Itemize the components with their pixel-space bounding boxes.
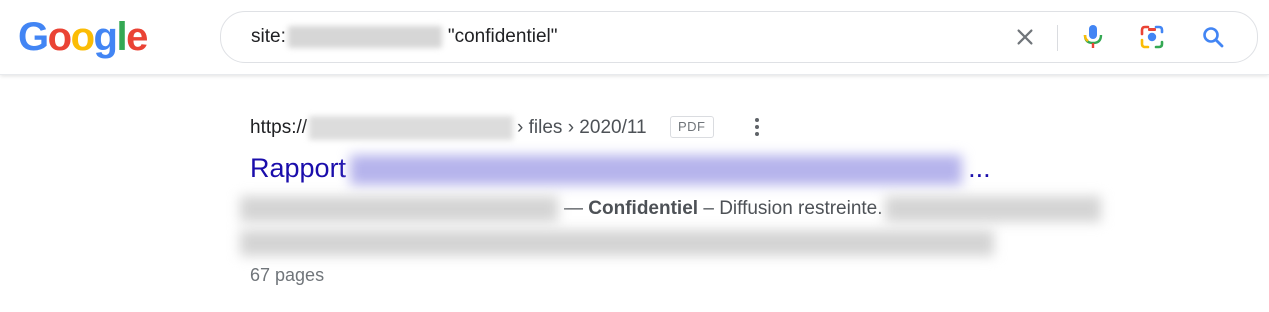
pdf-badge: PDF: [670, 116, 714, 138]
redacted-snippet-line-2: [240, 230, 994, 256]
logo-letter: o: [70, 15, 95, 59]
microphone-icon[interactable]: [1077, 21, 1109, 53]
snippet-text: – Diffusion restreinte.: [703, 198, 883, 220]
google-logo[interactable]: Google: [18, 12, 148, 62]
redacted-title: [350, 154, 963, 185]
search-icon[interactable]: [1197, 21, 1229, 53]
result-title-link[interactable]: Rapport...: [250, 150, 991, 186]
divider: [1057, 25, 1058, 51]
title-end: ...: [968, 153, 991, 183]
close-icon[interactable]: [1009, 21, 1041, 53]
redacted-snippet: [240, 196, 558, 222]
logo-letter: g: [93, 15, 118, 59]
logo-letter: G: [18, 15, 49, 59]
page-count: 67 pages: [250, 265, 325, 285]
result-url[interactable]: https:// › files › 2020/11: [250, 116, 647, 140]
redacted-snippet: [884, 196, 1101, 222]
logo-letter: e: [126, 15, 148, 59]
snippet-keyword: Confidentiel: [588, 198, 699, 220]
redacted-url: [309, 116, 514, 140]
title-start: Rapport: [250, 153, 347, 183]
redacted-domain: [287, 25, 442, 48]
snippet-line-1: — Confidentiel – Diffusion restreinte.: [240, 196, 1101, 222]
search-input[interactable]: site: "confidentiel": [251, 12, 557, 62]
url-prefix: https://: [250, 117, 308, 139]
camera-lens-icon[interactable]: [1136, 21, 1168, 53]
header: Google site: "confidentiel": [0, 0, 1269, 75]
search-term: "confidentiel": [447, 26, 558, 47]
breadcrumb: › files › 2020/11: [517, 117, 647, 139]
search-box[interactable]: site: "confidentiel": [220, 11, 1258, 63]
search-operator: site:: [251, 26, 286, 47]
logo-letter: l: [116, 15, 127, 59]
snippet-dash: —: [564, 198, 583, 220]
logo-letter: o: [47, 15, 72, 59]
more-options-icon[interactable]: [748, 114, 766, 140]
